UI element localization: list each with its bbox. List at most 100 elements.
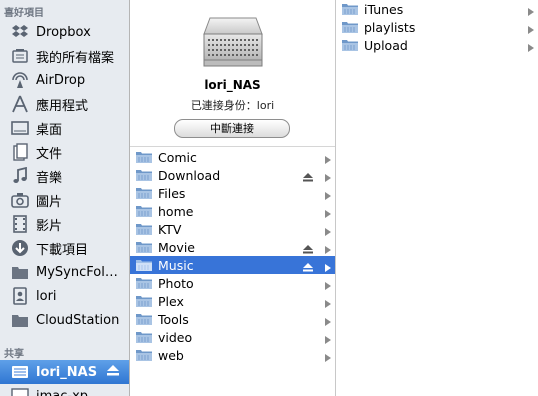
folder-label: Download (158, 167, 221, 183)
home-icon (10, 286, 30, 306)
eject-icon[interactable] (107, 365, 119, 379)
desktop-icon (10, 118, 30, 138)
folder-label: Files (158, 185, 186, 201)
sidebar-item-downloads[interactable]: 下載項目 (0, 236, 129, 260)
airdrop-icon (10, 70, 30, 90)
folder-label: Comic (158, 149, 197, 165)
shared-folder-icon (135, 239, 155, 255)
folder-row-photo[interactable]: Photo (130, 274, 335, 292)
folder-row-comic[interactable]: Comic (130, 148, 335, 166)
eject-icon[interactable] (303, 171, 313, 185)
sidebar-item-label: 文件 (36, 146, 63, 162)
connection-status: 已連接身份：lori (190, 99, 275, 112)
sidebar-item-movies[interactable]: 影片 (0, 212, 129, 236)
folder-row-movie[interactable]: Movie (130, 238, 335, 256)
folder-label: home (158, 203, 194, 219)
eject-icon[interactable] (303, 261, 313, 275)
disclosure-arrow-icon (325, 189, 331, 203)
shared-section-title: 共享 (4, 349, 24, 360)
disclosure-arrow-icon (325, 243, 331, 257)
folder-row-upload[interactable]: Upload (336, 36, 538, 54)
film-icon (10, 214, 30, 234)
device-name: lori_NAS (204, 78, 261, 92)
disclosure-arrow-icon (325, 315, 331, 329)
folder-row-files[interactable]: Files (130, 184, 335, 202)
folder-label: playlists (364, 19, 416, 35)
folder-row-playlists[interactable]: playlists (336, 18, 538, 36)
shared-folder-icon (341, 1, 361, 17)
sidebar-item-label: 音樂 (36, 170, 63, 186)
folder-row-tools[interactable]: Tools (130, 310, 335, 328)
folder-label: Music (158, 257, 194, 273)
sidebar-item-label: 應用程式 (36, 98, 89, 114)
sidebar-item-lori-nas[interactable]: lori_NAS (0, 360, 129, 384)
folder-label: web (158, 347, 184, 363)
folder-row-video[interactable]: video (130, 328, 335, 346)
sidebar-item-label: AirDrop (36, 72, 86, 88)
sidebar-item-label: 下載項目 (36, 242, 89, 258)
shared-folder-icon (135, 149, 155, 165)
documents-icon (10, 142, 30, 162)
folder-label: iTunes (364, 1, 404, 17)
sidebar-item-airdrop[interactable]: AirDrop (0, 68, 129, 92)
sidebar-item-applications[interactable]: 應用程式 (0, 92, 129, 116)
sidebar-item-cloudstation[interactable]: CloudStation (0, 308, 129, 332)
folder-icon (10, 310, 30, 330)
sidebar-item-desktop[interactable]: 桌面 (0, 116, 129, 140)
downloads-icon (10, 238, 30, 258)
music-icon (10, 166, 30, 186)
sidebar-item-music[interactable]: 音樂 (0, 164, 129, 188)
shared-folder-icon (135, 347, 155, 363)
shared-folder-icon (135, 203, 155, 219)
pc-icon (10, 386, 30, 396)
disclosure-arrow-icon (325, 279, 331, 293)
disclosure-arrow-icon (325, 153, 331, 167)
disclosure-arrow-icon (325, 351, 331, 365)
sidebar-item-label: Dropbox (36, 24, 91, 40)
shared-folder-icon (135, 221, 155, 237)
disclosure-arrow-icon (325, 171, 331, 185)
nas-column: lori_NAS 已連接身份：lori 中斷連接 Comic Download Fi… (130, 0, 336, 396)
disclosure-arrow-icon (325, 225, 331, 239)
eject-icon[interactable] (303, 243, 313, 257)
sidebar-item-label: MySyncFol… (36, 264, 118, 280)
sidebar-item-mysyncfolder[interactable]: MySyncFol… (0, 260, 129, 284)
folder-row-web[interactable]: web (130, 346, 335, 364)
folder-row-music[interactable]: Music (130, 256, 335, 274)
folder-row-download[interactable]: Download (130, 166, 335, 184)
sidebar-item-label: CloudStation (36, 312, 120, 328)
folder-row-home[interactable]: home (130, 202, 335, 220)
shared-folder-icon (341, 19, 361, 35)
sidebar-item-label: 影片 (36, 218, 63, 234)
folder-label: Plex (158, 293, 184, 309)
sidebar-item-all-files[interactable]: 我的所有檔案 (0, 44, 129, 68)
all-files-icon (10, 46, 30, 66)
sidebar-item-home[interactable]: lori (0, 284, 129, 308)
shared-folder-icon (135, 257, 155, 273)
sidebar-item-documents[interactable]: 文件 (0, 140, 129, 164)
sidebar-item-label: 圖片 (36, 194, 63, 210)
shared-folder-icon (341, 37, 361, 53)
server-icon (200, 8, 266, 74)
disclosure-arrow-icon (325, 333, 331, 347)
folder-row-itunes[interactable]: iTunes (336, 0, 538, 18)
disconnect-button[interactable]: 中斷連接 (174, 119, 290, 138)
sidebar-item-dropbox[interactable]: Dropbox (0, 20, 129, 44)
sidebar-item-imac-xp[interactable]: imac-xp (0, 384, 129, 396)
shared-folder-icon (135, 329, 155, 345)
folder-label: Upload (364, 37, 408, 53)
disclosure-arrow-icon (528, 5, 534, 19)
disclosure-arrow-icon (528, 23, 534, 37)
sidebar-item-pictures[interactable]: 圖片 (0, 188, 129, 212)
sidebar-item-label: imac-xp (36, 388, 89, 396)
folder-label: Photo (158, 275, 194, 291)
disclosure-arrow-icon (325, 261, 331, 275)
finder-sidebar: 喜好項目 Dropbox 我的所有檔案 AirDrop 應用程式 桌面 文件 音… (0, 0, 130, 396)
folder-row-ktv[interactable]: KTV (130, 220, 335, 238)
folder-label: Movie (158, 239, 195, 255)
folder-label: video (158, 329, 193, 345)
folder-row-plex[interactable]: Plex (130, 292, 335, 310)
server-icon (10, 362, 30, 382)
shared-folder-icon (135, 293, 155, 309)
disclosure-arrow-icon (528, 41, 534, 55)
